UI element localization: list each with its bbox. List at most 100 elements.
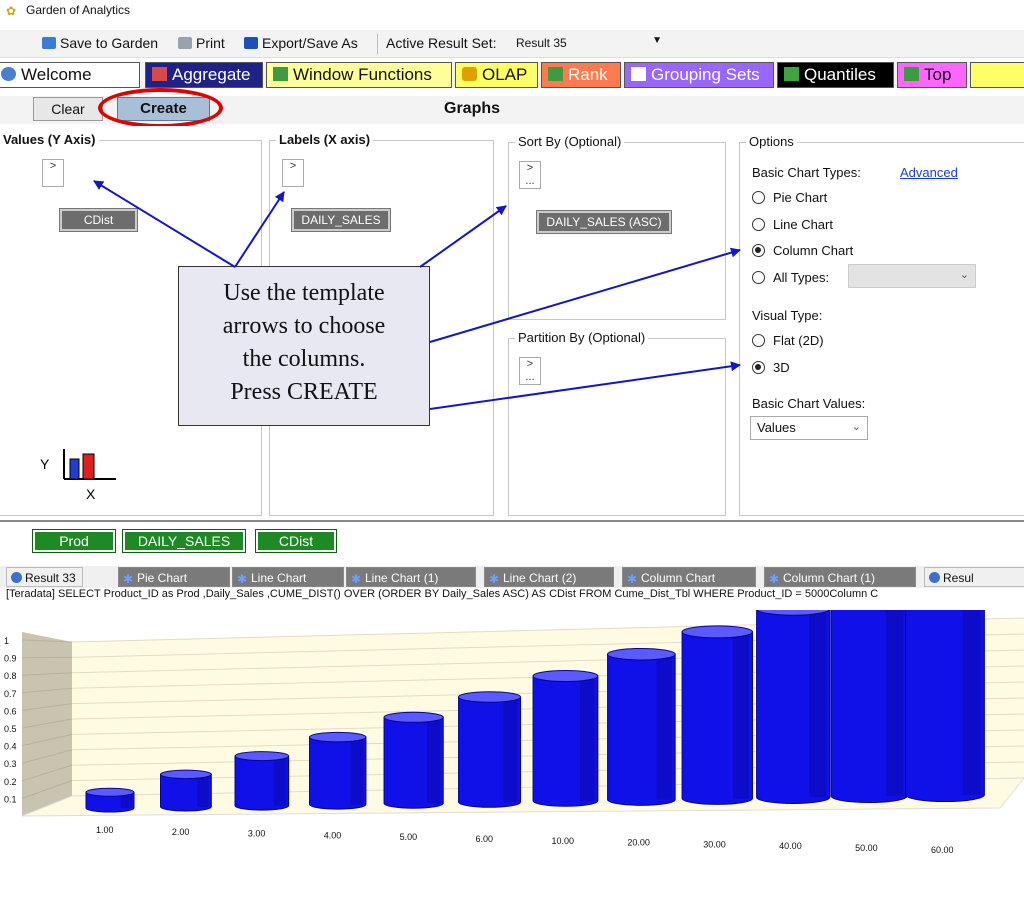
x-tick-label: 1.00 xyxy=(96,825,114,835)
bar-top xyxy=(681,625,753,639)
chevron-down-icon: ⌄ xyxy=(851,421,861,433)
chevron-down-icon: ⌄ xyxy=(959,269,969,281)
save-to-garden-button[interactable]: Save to Garden xyxy=(42,35,158,51)
options-panel: Options Basic Chart Types: Advanced Pie … xyxy=(739,134,1024,516)
tab-olap[interactable]: OLAP xyxy=(455,62,538,88)
y-tick-label: 0.5 xyxy=(4,724,17,734)
export-save-as-button[interactable]: Export/Save As xyxy=(244,35,358,51)
visual-type-label: Visual Type: xyxy=(752,308,823,323)
bar-top xyxy=(607,647,676,661)
sql-statement: [Teradata] SELECT Product_ID as Prod ,Da… xyxy=(0,588,1024,604)
bar-shade xyxy=(886,610,904,796)
chart-star-icon: ✱ xyxy=(351,572,362,586)
top-arrow-icon xyxy=(904,67,919,81)
tab-top[interactable]: Top xyxy=(897,62,967,88)
radio-flat-2d[interactable]: Flat (2D) xyxy=(752,333,824,348)
grouping-sets-icon xyxy=(631,67,646,81)
bar-shade xyxy=(733,631,749,799)
x-axis-tick-labels: 1.00 2.00 3.00 4.00 5.00 6.00 10.00 20.00 30.00 4… xyxy=(96,825,954,855)
result-field-strip: Prod DAILY_SALES CDist xyxy=(0,520,1024,556)
y-tick-label: 0.9 xyxy=(4,654,17,664)
instruction-callout: Use the template arrows to choose the co… xyxy=(178,266,430,426)
result-tab-line-chart-2[interactable]: ✱ Line Chart (2) xyxy=(484,567,614,587)
chart-star-icon: ✱ xyxy=(627,572,638,586)
field-chip-prod[interactable]: Prod xyxy=(32,529,116,553)
info-icon xyxy=(1,67,16,81)
radio-all-types[interactable]: All Types: xyxy=(752,270,829,285)
axis-icon-x: X xyxy=(86,486,96,501)
y-tick-label: 0.1 xyxy=(4,794,17,804)
tab-rank[interactable]: Rank xyxy=(541,62,621,88)
printer-icon xyxy=(178,37,192,49)
all-types-dropdown[interactable]: ⌄ xyxy=(848,264,976,288)
basic-chart-types-label: Basic Chart Types: xyxy=(752,165,861,180)
x-tick-label: 60.00 xyxy=(931,845,954,855)
labels-picker-button[interactable]: > xyxy=(282,159,304,187)
result-tab-result-33[interactable]: Result 33 xyxy=(6,567,83,587)
info-icon xyxy=(11,572,22,583)
y-tick-label: 0.2 xyxy=(4,777,17,787)
axis-icon-y: Y xyxy=(40,456,50,472)
sort-by-panel: Sort By (Optional) >... DAILY_SALES (ASC… xyxy=(508,134,726,320)
tab-aggregate[interactable]: Aggregate xyxy=(145,62,263,88)
rank-icon xyxy=(548,67,563,81)
tab-quantiles[interactable]: Quantiles xyxy=(777,62,894,88)
y-tick-label: 0.8 xyxy=(4,671,17,681)
clear-button[interactable]: Clear xyxy=(33,97,103,121)
aggregate-icon xyxy=(152,67,167,81)
tab-more[interactable] xyxy=(970,62,1024,88)
chart-star-icon: ✱ xyxy=(769,572,780,586)
toolbar: Save to Garden Print Export/Save As Acti… xyxy=(0,30,1024,58)
bar-top xyxy=(234,751,290,762)
window-title: Garden of Analytics xyxy=(26,3,131,17)
print-button[interactable]: Print xyxy=(178,35,225,51)
result-tab-column-chart[interactable]: ✱ Column Chart xyxy=(622,567,756,587)
radio-3d[interactable]: 3D xyxy=(752,360,790,375)
title-bar: ✿ Garden of Analytics xyxy=(0,0,1024,22)
radio-line-chart[interactable]: Line Chart xyxy=(752,217,833,232)
basic-chart-values-label: Basic Chart Values: xyxy=(752,396,866,411)
field-chip-daily-sales[interactable]: DAILY_SALES xyxy=(122,529,246,553)
result-tab-line-chart-1[interactable]: ✱ Line Chart (1) xyxy=(346,567,476,587)
graph-header: Clear Create Graphs xyxy=(0,88,1024,128)
flower-icon: ✿ xyxy=(6,4,17,18)
values-y-axis-label: Values (Y Axis) xyxy=(0,132,99,147)
bar-shade xyxy=(273,756,286,806)
tab-window-functions[interactable]: Window Functions xyxy=(266,62,452,88)
result-tab-column-chart-1[interactable]: ✱ Column Chart (1) xyxy=(764,567,916,587)
values-picker-button[interactable]: > xyxy=(42,159,64,187)
sort-by-field-chip[interactable]: DAILY_SALES (ASC) xyxy=(536,210,672,234)
x-tick-label: 6.00 xyxy=(476,834,494,844)
floppy-disk-icon xyxy=(244,37,258,49)
graphs-title: Graphs xyxy=(444,100,501,117)
radio-button-selected xyxy=(752,361,765,374)
x-tick-label: 20.00 xyxy=(627,838,650,848)
x-tick-label: 10.00 xyxy=(551,836,574,846)
x-tick-label: 30.00 xyxy=(703,839,726,849)
bar-top xyxy=(85,787,135,797)
result-tab-line-chart[interactable]: ✱ Line Chart xyxy=(232,567,344,587)
labels-field-chip[interactable]: DAILY_SALES xyxy=(291,208,391,232)
chart-values-dropdown[interactable]: Values ⌄ xyxy=(750,416,868,440)
result-tab-truncated[interactable]: Resul xyxy=(924,567,1024,587)
options-label: Options xyxy=(746,134,797,149)
values-field-chip[interactable]: CDist xyxy=(59,208,138,232)
axis-icon: Y X xyxy=(38,441,118,502)
partition-by-picker-button[interactable]: >... xyxy=(519,357,541,385)
partition-by-panel: Partition By (Optional) >... xyxy=(508,330,726,516)
sort-by-picker-button[interactable]: >... xyxy=(519,161,541,189)
radio-column-chart[interactable]: Column Chart xyxy=(752,243,853,258)
field-chip-cdist[interactable]: CDist xyxy=(255,529,337,553)
active-result-set-dropdown[interactable]: Result 35 ▼ xyxy=(512,33,662,54)
y-tick-label: 0.3 xyxy=(4,759,17,769)
tab-welcome[interactable]: Welcome xyxy=(0,62,140,88)
radio-pie-chart[interactable]: Pie Chart xyxy=(752,190,827,205)
radio-button xyxy=(752,271,765,284)
radio-button xyxy=(752,334,765,347)
x-tick-label: 40.00 xyxy=(779,841,802,851)
result-tab-pie-chart[interactable]: ✱ Pie Chart xyxy=(118,567,230,587)
radio-button-selected xyxy=(752,244,765,257)
advanced-link[interactable]: Advanced xyxy=(900,165,958,180)
tab-grouping-sets[interactable]: Grouping Sets xyxy=(624,62,774,88)
olap-cube-icon xyxy=(462,67,477,81)
